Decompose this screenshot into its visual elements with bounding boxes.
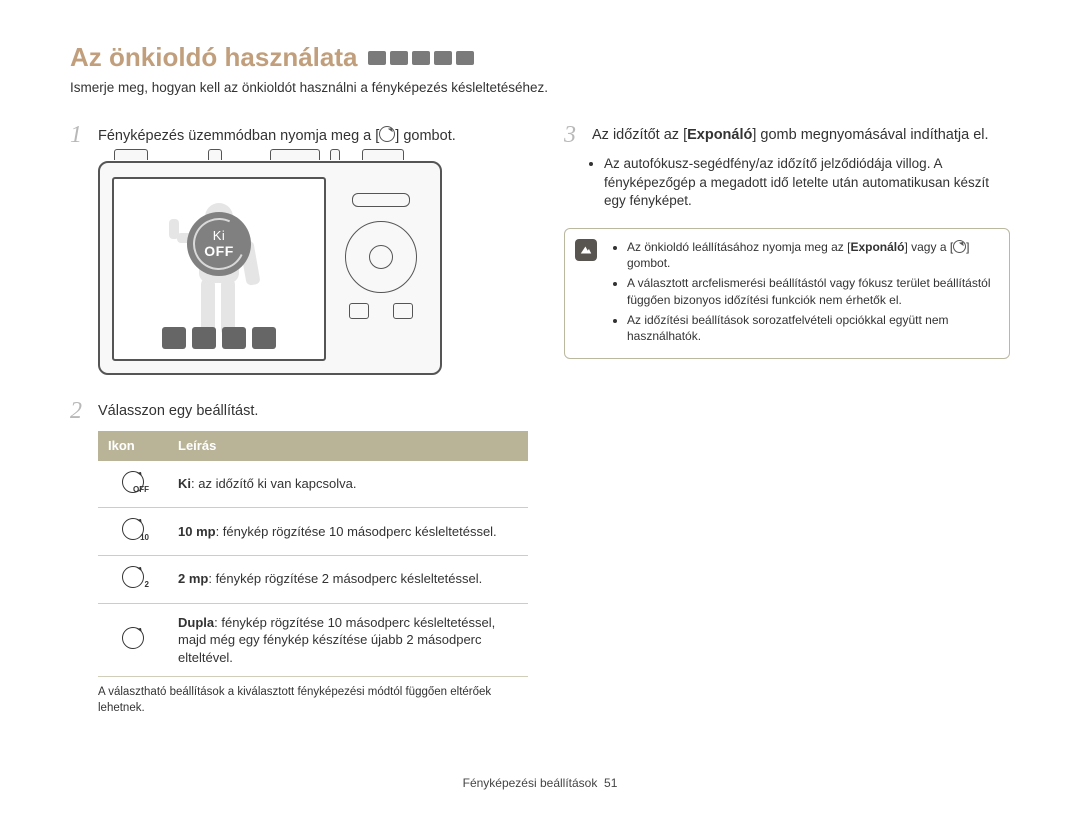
bullet-text: Az autofókusz-segédfény/az időzítő jelző… [604, 155, 1010, 210]
desc: : fénykép rögzítése 10 másodperc késlelt… [216, 524, 497, 539]
footer-page: 51 [604, 776, 617, 790]
step-number: 2 [70, 399, 88, 423]
note-icon [575, 239, 597, 261]
text: ] vagy a [ [904, 240, 953, 254]
camera-illustration: Ki OFF [98, 161, 528, 375]
step-2: 2 Válasszon egy beállítást. Ikon Leírás [70, 399, 528, 716]
mode-icon [456, 51, 474, 65]
page-title: Az önkioldó használata [70, 40, 358, 75]
mode-icon [390, 51, 408, 65]
table-row: Dupla: fénykép rögzítése 10 másodperc ké… [98, 603, 528, 677]
text: Az önkioldó leállításához nyomja meg az … [627, 240, 850, 254]
step-number: 1 [70, 123, 88, 147]
table-note: A választható beállítások a kiválasztott… [98, 685, 518, 716]
settings-table: Ikon Leírás OFF Ki: az időzítő ki van ka… [98, 431, 528, 677]
text: Az időzítőt az [ [592, 127, 687, 143]
table-row: 10 10 mp: fénykép rögzítése 10 másodperc… [98, 508, 528, 556]
table-row: 2 2 mp: fénykép rögzítése 2 másodperc ké… [98, 555, 528, 603]
text-strong: Exponáló [687, 127, 752, 143]
step-number: 3 [564, 123, 582, 147]
timer-off-icon: OFF [122, 471, 144, 493]
timer-icon [379, 126, 395, 142]
timer-double-icon [122, 627, 144, 649]
step-1: 1 Fényképezés üzemmódban nyomja meg a []… [70, 123, 528, 375]
tip-item: A választott arcfelismerési beállítástól… [627, 275, 995, 307]
tip-item: Az időzítési beállítások sorozatfelvétel… [627, 312, 995, 344]
mode-icons [368, 51, 474, 65]
timer-icon [953, 240, 966, 253]
camera-controls [332, 193, 430, 319]
step-text: Válasszon egy beállítást. [98, 399, 258, 422]
mode-icon [412, 51, 430, 65]
timer-dial-icon: Ki OFF [187, 212, 251, 276]
mode-icon [434, 51, 452, 65]
tip-box: Az önkioldó leállításához nyomja meg az … [564, 228, 1010, 359]
text: ] gombot. [395, 128, 455, 144]
timer-2-icon: 2 [122, 566, 144, 588]
table-row: OFF Ki: az időzítő ki van kapcsolva. [98, 461, 528, 508]
th-desc: Leírás [168, 431, 528, 461]
desc: : fénykép rögzítése 2 másodperc késlelte… [208, 571, 482, 586]
desc: : fénykép rögzítése 10 másodperc késlelt… [178, 615, 495, 665]
mode-icon [368, 51, 386, 65]
step-3: 3 Az időzítőt az [Exponáló] gomb megnyom… [564, 123, 1010, 359]
text: ] gomb megnyomásával indíthatja el. [752, 127, 988, 143]
tip-item: Az önkioldó leállításához nyomja meg az … [627, 239, 995, 271]
th-icon: Ikon [98, 431, 168, 461]
step-text: Fényképezés üzemmódban nyomja meg a [ ] g… [98, 123, 456, 147]
timer-10-icon: 10 [122, 518, 144, 540]
label: Dupla [178, 615, 214, 630]
text-strong: Exponáló [850, 240, 904, 254]
subtitle: Ismerje meg, hogyan kell az önkioldót ha… [70, 79, 1010, 97]
desc: : az időzítő ki van kapcsolva. [191, 476, 356, 491]
label: 2 mp [178, 571, 208, 586]
footer-label: Fényképezési beállítások [463, 776, 598, 790]
step-text: Az időzítőt az [Exponáló] gomb megnyomás… [592, 123, 989, 146]
label: Ki [178, 476, 191, 491]
page-footer: Fényképezési beállítások 51 [0, 775, 1080, 791]
text: Fényképezés üzemmódban nyomja meg a [ [98, 128, 379, 144]
label: 10 mp [178, 524, 216, 539]
